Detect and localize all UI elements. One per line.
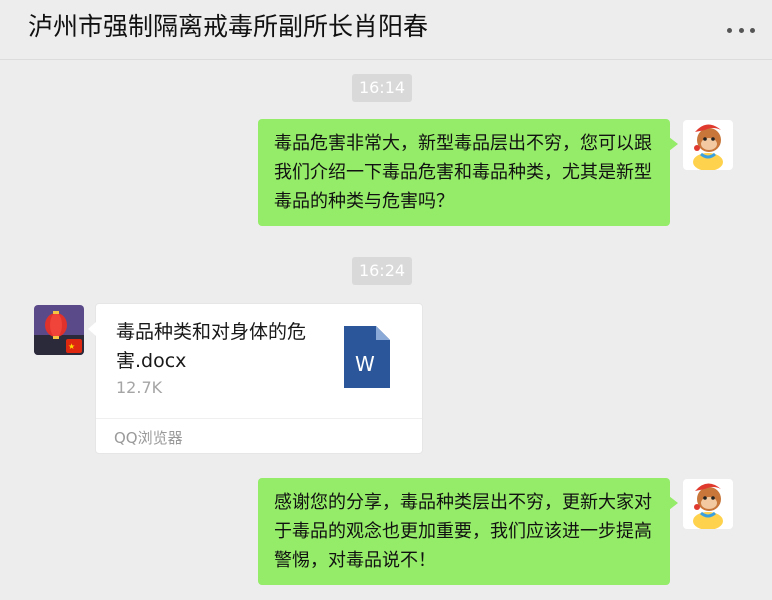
sent-message-bubble[interactable]: 感谢您的分享，毒品种类层出不穷，更新大家对于毒品的观念也更加重要，我们应该进一步… — [258, 478, 678, 585]
file-message-card[interactable]: 毒品种类和对身体的危害.docx 12.7K W QQ浏览器 — [88, 303, 423, 454]
contact-avatar[interactable]: ★ — [34, 305, 84, 355]
file-icon-letter: W — [355, 352, 375, 376]
chat-header: 泸州市强制隔离戒毒所副所长肖阳春 — [0, 0, 772, 60]
message-timestamp: 16:14 — [352, 74, 412, 102]
file-name: 毒品种类和对身体的危害.docx — [116, 321, 307, 372]
word-document-icon: W — [344, 326, 390, 388]
user-avatar[interactable] — [683, 120, 733, 170]
monkey-avatar-icon — [683, 120, 733, 170]
divider — [96, 418, 422, 419]
monkey-avatar-icon — [683, 479, 733, 529]
chat-title: 泸州市强制隔离戒毒所副所长肖阳春 — [28, 12, 429, 41]
message-timestamp: 16:24 — [352, 257, 412, 285]
sent-message-bubble[interactable]: 毒品危害非常大，新型毒品层出不穷，您可以跟我们介绍一下毒品危害和毒品种类，尤其是… — [258, 119, 678, 226]
file-source-label: QQ浏览器 — [114, 429, 183, 447]
user-avatar[interactable] — [683, 479, 733, 529]
more-dots-icon[interactable] — [724, 18, 758, 42]
lanterns-avatar-icon: ★ — [34, 305, 84, 355]
file-size: 12.7K — [116, 378, 163, 397]
svg-text:★: ★ — [68, 342, 75, 351]
